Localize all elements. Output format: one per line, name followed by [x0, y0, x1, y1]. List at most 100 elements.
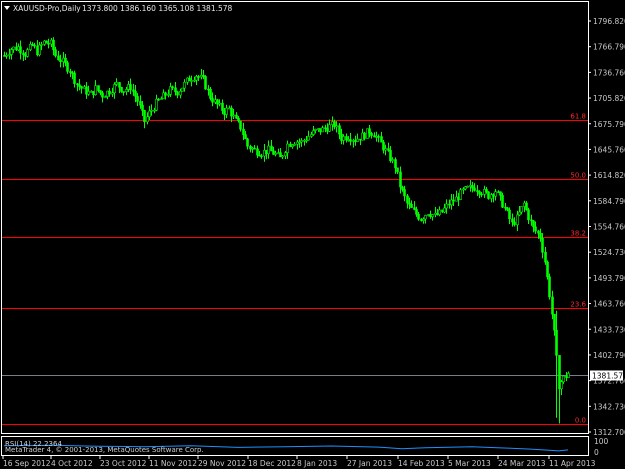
candle-body — [94, 85, 97, 95]
candle-body — [403, 189, 406, 197]
y-tick-label: 1736.760 — [593, 68, 625, 77]
candle-body — [195, 76, 198, 81]
candle-body — [384, 148, 387, 151]
candle-body — [501, 195, 504, 208]
candle-body — [548, 276, 551, 298]
x-tick-label: 4 Oct 2012 — [51, 459, 93, 468]
y-tick-label: 1342.730 — [593, 402, 625, 411]
candle-body — [307, 136, 310, 141]
candle-body — [162, 92, 165, 99]
candle-body — [26, 49, 29, 57]
candle-body — [242, 128, 245, 135]
candle-body — [155, 98, 158, 111]
candle-body — [525, 202, 528, 210]
x-tick-label: 11 Apr 2013 — [549, 459, 596, 468]
candle-body — [97, 85, 100, 91]
fib-level-label: 50.0 — [570, 172, 586, 180]
candle-body — [45, 40, 48, 44]
ohlc-values: 1373.800 1386.160 1365.108 1381.578 — [82, 4, 233, 13]
candle-body — [132, 89, 135, 92]
candle-body — [5, 55, 8, 57]
candle-body — [66, 62, 69, 72]
candle-body — [80, 86, 83, 89]
candle-body — [78, 84, 81, 87]
candle-body — [90, 91, 93, 93]
price-chart[interactable]: 61.8 50.0 38.2 23.6 0.0 1796.820 1766.790 1736… — [0, 0, 625, 469]
candle-body — [473, 187, 476, 191]
candle-body — [511, 218, 514, 223]
x-tick-label: 27 Jan 2013 — [347, 459, 392, 468]
candle-body — [499, 191, 502, 196]
candle-body — [113, 84, 116, 93]
candle-body — [160, 98, 163, 100]
x-tick-label: 24 Mar 2013 — [498, 459, 546, 468]
y-tick-label: 1796.820 — [593, 17, 625, 26]
candle-body — [143, 110, 146, 123]
candle-body — [244, 134, 247, 140]
candle-body — [335, 125, 338, 128]
candle-body — [129, 84, 132, 91]
candle-body — [186, 77, 189, 83]
candle-body — [127, 84, 130, 90]
candle-body — [157, 98, 160, 101]
candle-body — [249, 146, 252, 150]
candle-body — [62, 57, 65, 63]
candle-body — [57, 55, 60, 61]
candle-body — [459, 189, 462, 200]
candle-body — [150, 109, 153, 112]
fib-level-label: 0.0 — [575, 417, 586, 425]
candle-body — [539, 232, 542, 239]
candle-body — [520, 206, 523, 213]
candle-body — [338, 125, 341, 135]
rsi-scale-bottom: 0 — [594, 448, 599, 457]
candle-body — [314, 129, 317, 131]
candle-body — [431, 214, 434, 217]
candle-body — [368, 128, 371, 134]
candle-body — [197, 76, 200, 78]
candle-body — [415, 209, 418, 215]
candle-body — [478, 191, 481, 195]
chart-header: XAUUSD-Pro,Daily 1373.800 1386.160 1365.… — [4, 4, 233, 13]
fib-level-label: 38.2 — [570, 230, 586, 238]
candle-body — [111, 92, 114, 95]
candle-body — [445, 203, 448, 209]
candle-body — [38, 44, 41, 56]
candle-body — [230, 107, 233, 117]
candle-body — [328, 124, 331, 132]
candle-body — [59, 59, 62, 63]
candle-body — [207, 88, 210, 91]
candle-body — [167, 94, 170, 96]
candle-body — [286, 143, 289, 153]
y-tick-label: 1402.790 — [593, 351, 625, 360]
candle-body — [342, 136, 345, 141]
candle-body — [239, 120, 242, 130]
y-tick-label: 1614.820 — [593, 171, 625, 180]
candle-body — [148, 110, 151, 118]
candle-body — [176, 91, 179, 96]
candle-body — [169, 86, 172, 95]
candle-body — [567, 373, 570, 378]
candle-body — [532, 220, 535, 228]
y-tick-label: 1705.820 — [593, 94, 625, 103]
candle-body — [71, 72, 74, 74]
candle-body — [190, 80, 193, 82]
candle-body — [73, 72, 76, 84]
candle-body — [3, 55, 6, 57]
candle-body — [349, 139, 352, 142]
candle-body — [544, 251, 547, 263]
candle-body — [546, 261, 549, 278]
candle-body — [211, 98, 214, 103]
candle-body — [443, 207, 446, 213]
chart-background — [0, 0, 625, 469]
x-tick-label: 8 Jan 2013 — [297, 459, 337, 468]
candle-body — [267, 145, 270, 154]
current-price-tag: 1381.578 — [590, 370, 625, 381]
candle-body — [118, 82, 121, 88]
candle-body — [406, 195, 409, 204]
y-tick-label: 1433.730 — [593, 325, 625, 334]
candle-body — [508, 209, 511, 220]
x-tick-label: 11 Nov 2012 — [149, 459, 197, 468]
candle-body — [235, 114, 238, 119]
candle-body — [417, 214, 420, 220]
candle-body — [237, 118, 240, 122]
